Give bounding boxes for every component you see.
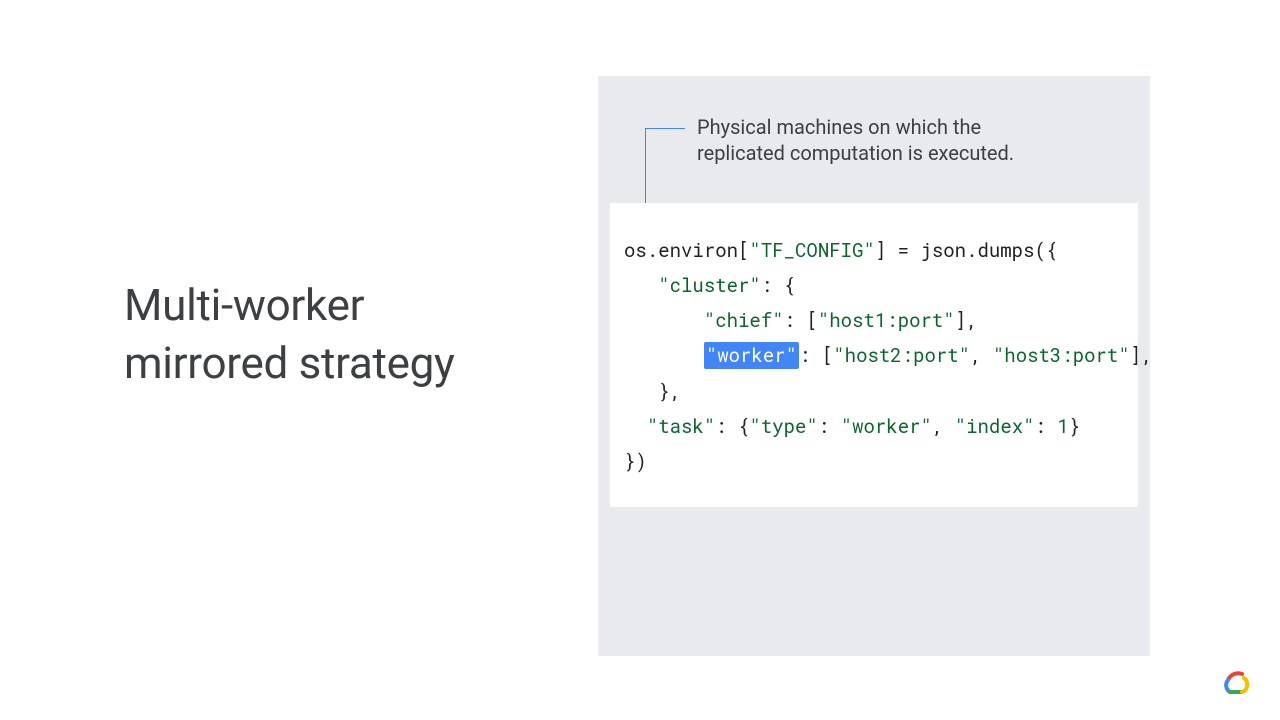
code-text: } bbox=[1069, 414, 1080, 439]
code-text: : bbox=[818, 414, 841, 439]
code-string: "index" bbox=[955, 414, 1035, 439]
code-text: , bbox=[970, 343, 993, 368]
code-string: "host1:port" bbox=[818, 308, 955, 333]
code-text: : { bbox=[761, 273, 795, 298]
code-text: : { bbox=[715, 414, 749, 439]
code-string: "task" bbox=[647, 414, 715, 439]
code-string: "host2:port" bbox=[833, 343, 970, 368]
code-text: ], bbox=[955, 308, 978, 333]
code-text: : [ bbox=[784, 308, 818, 333]
code-text: }, bbox=[624, 379, 681, 404]
code-string: "type" bbox=[749, 414, 817, 439]
code-text bbox=[624, 414, 647, 439]
code-text bbox=[624, 308, 704, 333]
code-text: : bbox=[1035, 414, 1058, 439]
code-highlight-worker: "worker" bbox=[704, 342, 799, 369]
code-text: ] = json.dumps({ bbox=[875, 238, 1057, 263]
code-text bbox=[624, 343, 704, 368]
code-text: : [ bbox=[799, 343, 833, 368]
annotation-text: Physical machines on which the replicate… bbox=[697, 114, 1057, 166]
code-string: "chief" bbox=[704, 308, 784, 333]
code-string: "worker" bbox=[841, 414, 932, 439]
code-text: }) bbox=[624, 449, 647, 474]
code-block: os.environ["TF_CONFIG"] = json.dumps({ "… bbox=[610, 203, 1138, 507]
title-line-1: Multi-worker bbox=[124, 276, 455, 334]
code-text: os.environ[ bbox=[624, 238, 749, 263]
code-text: ], bbox=[1130, 343, 1153, 368]
code-text: , bbox=[932, 414, 955, 439]
code-string: "host3:port" bbox=[993, 343, 1130, 368]
code-text bbox=[624, 273, 658, 298]
code-number: 1 bbox=[1057, 414, 1068, 439]
title-line-2: mirrored strategy bbox=[124, 334, 455, 392]
google-cloud-logo-icon bbox=[1220, 666, 1252, 698]
slide-title: Multi-worker mirrored strategy bbox=[124, 276, 455, 392]
code-string: "TF_CONFIG" bbox=[749, 238, 874, 263]
code-string: "cluster" bbox=[658, 273, 761, 298]
